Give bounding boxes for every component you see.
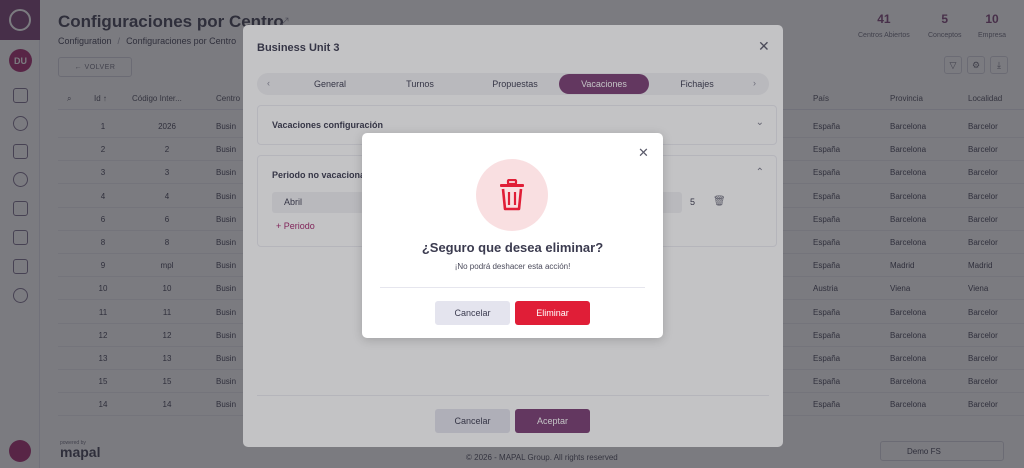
confirm-subtitle: ¡No podrá deshacer esta acción!	[454, 262, 571, 271]
confirm-dialog: ✕ ¿Seguro que desea eliminar? ¡No podrá …	[362, 133, 663, 338]
trash-circle	[476, 159, 548, 231]
cancel-button[interactable]: Cancelar	[435, 301, 510, 325]
trash-icon	[500, 179, 524, 211]
close-icon[interactable]: ✕	[638, 145, 649, 161]
delete-button[interactable]: Eliminar	[515, 301, 590, 325]
confirm-title: ¿Seguro que desea eliminar?	[421, 240, 604, 255]
confirm-divider	[380, 287, 645, 288]
